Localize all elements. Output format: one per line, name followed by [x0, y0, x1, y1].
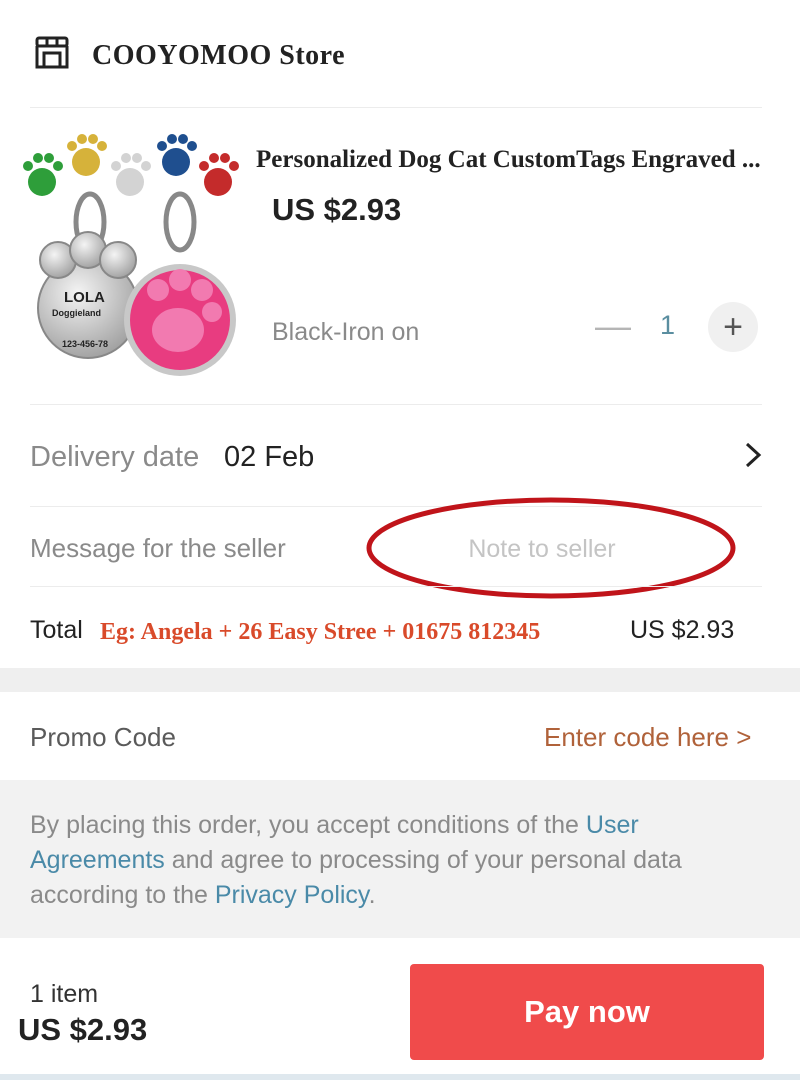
product-title[interactable]: Personalized Dog Cat CustomTags Engraved… [256, 146, 800, 174]
product-image[interactable]: LOLA Doggieland 123-456-78 [18, 130, 250, 380]
pink-tag [124, 264, 236, 376]
green-paw-icon [23, 153, 63, 196]
blue-paw-icon [157, 134, 197, 176]
red-paw-icon [199, 153, 239, 196]
delivery-date: 02 Feb [224, 441, 315, 473]
item-count: 1 item [30, 980, 99, 1008]
gold-paw-icon [67, 134, 107, 176]
terms-text: By placing this order, you accept condit… [30, 808, 760, 913]
store-name[interactable]: COOYOMOO Store [92, 40, 345, 72]
store-icon [35, 36, 69, 69]
divider [30, 404, 762, 405]
silver-paw-icon [111, 153, 151, 196]
total-value: US $2.93 [630, 616, 735, 644]
silver-tag: LOLA Doggieland 123-456-78 [37, 231, 139, 359]
promo-label: Promo Code [30, 722, 176, 752]
bottom-strip [0, 1074, 800, 1080]
section-separator [0, 668, 800, 692]
divider [30, 586, 762, 587]
message-label: Message for the seller [30, 533, 286, 563]
product-variant[interactable]: Black-Iron on [272, 318, 419, 347]
svg-text:Doggieland: Doggieland [52, 308, 101, 318]
terms-suffix: . [368, 881, 376, 909]
enter-promo-code-link[interactable]: Enter code here > [544, 722, 751, 753]
privacy-policy-link[interactable]: Privacy Policy [215, 881, 369, 909]
terms-prefix: By placing this order, you accept condit… [30, 811, 586, 839]
delivery-label: Delivery date [30, 441, 200, 473]
chevron-right-icon[interactable] [740, 438, 766, 472]
svg-text:LOLA: LOLA [64, 289, 105, 306]
svg-text:123-456-78: 123-456-78 [62, 339, 108, 349]
store-header[interactable]: COOYOMOO Store [0, 0, 800, 108]
pay-now-button[interactable]: Pay now [410, 964, 764, 1060]
address-example-annotation: Eg: Angela + 26 Easy Stree + 01675 81234… [100, 619, 541, 645]
quantity-decrease-button[interactable]: — [590, 306, 636, 346]
product-price: US $2.93 [272, 192, 402, 227]
total-label: Total [30, 616, 83, 644]
footer-total: US $2.93 [18, 1012, 148, 1047]
quantity-value: 1 [660, 310, 676, 340]
quantity-increase-button[interactable]: + [708, 302, 758, 352]
divider [30, 107, 762, 108]
